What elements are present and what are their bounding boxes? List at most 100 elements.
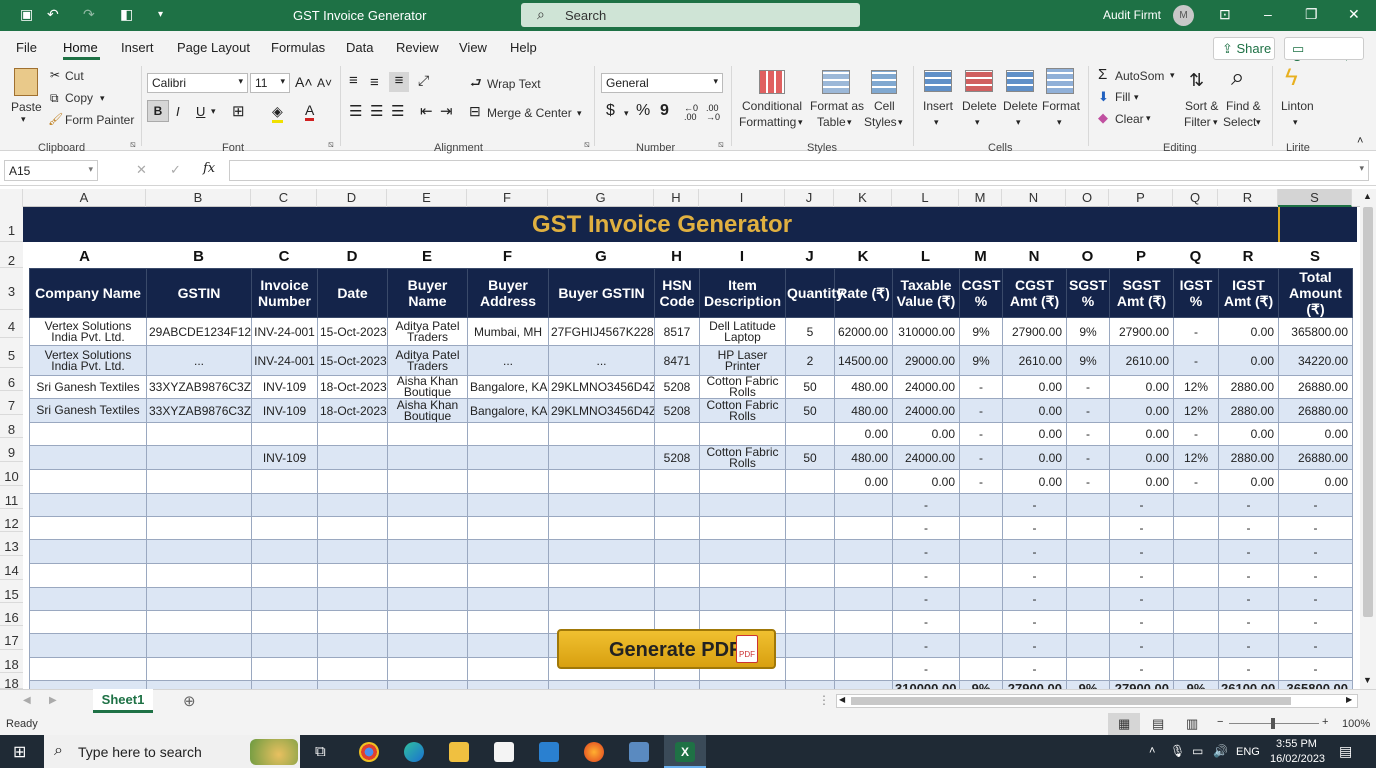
table-cell[interactable]: - — [1278, 610, 1353, 634]
italic-button[interactable]: I — [176, 104, 180, 119]
table-cell[interactable]: - — [1002, 493, 1067, 517]
table-cell[interactable]: Aisha Khan Boutique — [387, 398, 468, 423]
table-cell[interactable] — [317, 493, 388, 517]
table-cell[interactable] — [29, 539, 147, 564]
table-cell[interactable] — [654, 539, 700, 564]
paste-button[interactable]: Paste — [11, 100, 42, 114]
table-cell[interactable] — [251, 539, 318, 564]
table-cell[interactable]: - — [1002, 563, 1067, 588]
column-label-cell[interactable]: Q — [1173, 242, 1218, 268]
table-cell[interactable] — [654, 516, 700, 540]
table-cell[interactable]: ... — [146, 345, 252, 376]
enter-entry-icon[interactable]: ✓ — [170, 162, 181, 178]
table-cell[interactable]: 9% — [1066, 317, 1110, 346]
table-cell[interactable] — [29, 445, 147, 470]
formula-input[interactable]: ▾ — [229, 160, 1369, 181]
font-launcher-icon[interactable]: ⧅ — [328, 139, 334, 150]
table-cell[interactable] — [834, 516, 893, 540]
table-cell[interactable] — [834, 657, 893, 681]
number-launcher-icon[interactable]: ⧅ — [718, 139, 724, 150]
table-cell[interactable]: 33XYZAB9876C3Z1 — [146, 398, 252, 423]
firefox-icon[interactable] — [584, 742, 604, 762]
windows-start-icon[interactable]: ⊞ — [13, 742, 26, 762]
table-cell[interactable]: - — [1002, 516, 1067, 540]
comma-style-icon[interactable]: 9 — [660, 102, 669, 120]
column-header-cell[interactable]: SGST Amt (₹) — [1109, 268, 1174, 318]
table-cell[interactable] — [317, 539, 388, 564]
table-cell[interactable] — [654, 493, 700, 517]
middle-align-icon[interactable]: ≡ — [370, 74, 379, 91]
bottom-align-icon[interactable]: ≡ — [389, 72, 409, 92]
table-cell[interactable] — [317, 587, 388, 611]
table-cell[interactable]: - — [1218, 633, 1279, 658]
table-cell[interactable]: - — [1173, 317, 1219, 346]
bold-button[interactable]: B — [147, 100, 169, 122]
table-cell[interactable] — [548, 445, 655, 470]
table-cell[interactable]: 0.00 — [1218, 345, 1279, 376]
table-cell[interactable]: - — [1173, 345, 1219, 376]
table-cell[interactable]: 29000.00 — [892, 345, 960, 376]
store-icon[interactable] — [494, 742, 514, 762]
table-cell[interactable] — [467, 587, 549, 611]
table-cell[interactable] — [251, 563, 318, 588]
cell-styles-dropdown-icon[interactable]: ▾ — [898, 117, 903, 128]
table-cell[interactable] — [1066, 633, 1110, 658]
table-cell[interactable]: 33XYZAB9876C3Z1 — [146, 375, 252, 399]
table-cell[interactable] — [146, 422, 252, 446]
table-cell[interactable]: Vertex Solutions India Pvt. Ltd. — [29, 345, 147, 376]
table-cell[interactable] — [251, 587, 318, 611]
table-cell[interactable]: 9% — [959, 345, 1003, 376]
column-header-cell[interactable]: Item Description — [699, 268, 786, 318]
column-label-cell[interactable]: F — [467, 242, 548, 268]
minimize-icon[interactable]: – — [1264, 6, 1272, 22]
table-cell[interactable]: - — [1066, 375, 1110, 399]
row-header[interactable]: 2 — [0, 242, 23, 268]
column-label-cell[interactable]: K — [834, 242, 892, 268]
table-cell[interactable] — [251, 469, 318, 494]
table-cell[interactable]: Aisha Khan Boutique — [387, 375, 468, 399]
table-cell[interactable]: - — [1002, 633, 1067, 658]
table-cell[interactable]: - — [1173, 422, 1219, 446]
column-header[interactable]: I — [699, 189, 785, 207]
restore-icon[interactable]: ❐ — [1305, 6, 1318, 23]
table-cell[interactable] — [146, 633, 252, 658]
autosum-dropdown-icon[interactable]: ▾ — [1170, 70, 1175, 81]
table-cell[interactable]: 27900.00 — [1109, 317, 1174, 346]
column-label-cell[interactable]: A — [23, 242, 146, 268]
table-cell[interactable]: 50 — [785, 445, 835, 470]
row-header[interactable]: 9 — [0, 438, 23, 462]
sort-filter-label-1[interactable]: Sort & — [1185, 99, 1218, 113]
table-cell[interactable]: 2880.00 — [1218, 375, 1279, 399]
currency-dropdown-icon[interactable]: ▾ — [624, 108, 629, 119]
horizontal-scrollbar[interactable]: ◀ ▶ — [836, 694, 1358, 708]
table-cell[interactable] — [146, 539, 252, 564]
percent-icon[interactable]: % — [636, 102, 650, 120]
table-cell[interactable] — [1173, 633, 1219, 658]
table-cell[interactable] — [251, 633, 318, 658]
table-cell[interactable]: - — [1218, 516, 1279, 540]
table-cell[interactable] — [317, 516, 388, 540]
table-cell[interactable] — [1066, 587, 1110, 611]
column-label-cell[interactable]: M — [959, 242, 1002, 268]
table-cell[interactable]: - — [1278, 633, 1353, 658]
table-cell[interactable] — [834, 539, 893, 564]
table-cell[interactable] — [1066, 610, 1110, 634]
insert-dropdown-icon[interactable]: ▾ — [934, 117, 939, 128]
touch-mode-icon[interactable]: ◧ — [120, 6, 133, 23]
horizontal-scroll-thumb[interactable] — [851, 697, 1291, 705]
orientation-icon[interactable]: ⤢ — [418, 72, 429, 89]
table-cell[interactable] — [699, 493, 786, 517]
column-label-cell[interactable]: O — [1066, 242, 1109, 268]
merge-center-button[interactable]: Merge & Center — [487, 106, 572, 120]
zoom-slider-thumb[interactable] — [1271, 718, 1275, 729]
table-cell[interactable] — [387, 445, 468, 470]
table-cell[interactable]: 29ABCDE1234F125 — [146, 317, 252, 346]
row-header[interactable]: 15 — [0, 580, 23, 603]
table-cell[interactable]: 50 — [785, 398, 835, 423]
table-cell[interactable]: 0.00 — [1218, 469, 1279, 494]
table-cell[interactable]: Vertex Solutions India Pvt. Ltd. — [29, 317, 147, 346]
table-cell[interactable]: Sri Ganesh Textiles — [29, 375, 147, 399]
chrome-icon[interactable] — [359, 742, 379, 762]
table-cell[interactable] — [317, 469, 388, 494]
table-cell[interactable]: 5 — [785, 317, 835, 346]
